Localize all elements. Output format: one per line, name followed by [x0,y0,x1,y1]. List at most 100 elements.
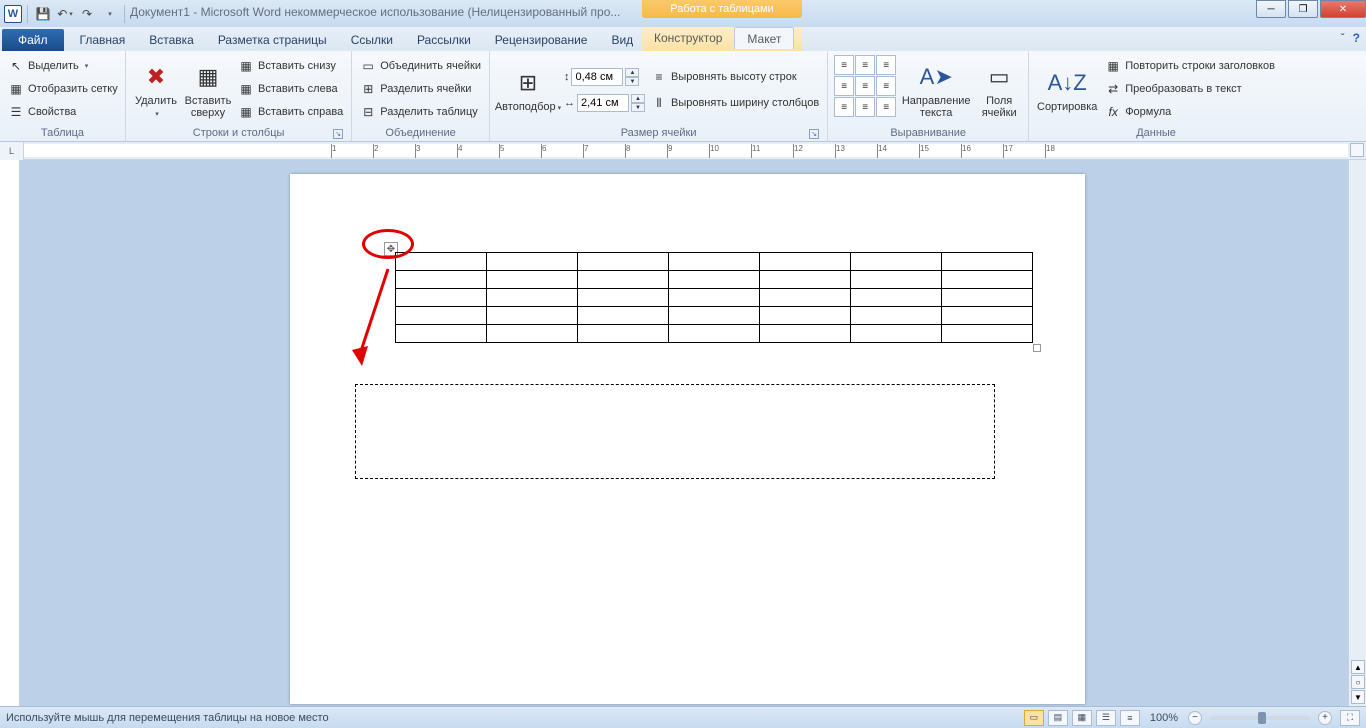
align-br-button[interactable]: ≡ [876,97,896,117]
undo-icon[interactable]: ↶▾ [55,4,75,24]
zoom-level[interactable]: 100% [1150,712,1178,724]
contextual-tab-group: Конструктор Макет [642,27,802,51]
merge-cells-button[interactable]: ▭Объединить ячейки [358,55,483,77]
minimize-button[interactable]: ─ [1256,0,1286,18]
qat-customize-icon[interactable]: ▾ [99,4,119,24]
drag-outline [355,384,995,479]
tab-insert[interactable]: Вставка [137,29,206,51]
align-bl-button[interactable]: ≡ [834,97,854,117]
properties-button[interactable]: ☰Свойства [6,101,120,123]
insert-left-button[interactable]: ▦Вставить слева [236,78,345,100]
file-tab[interactable]: Файл [2,29,64,51]
align-ml-button[interactable]: ≡ [834,76,854,96]
tab-page-layout[interactable]: Разметка страницы [206,29,339,51]
word-logo-icon[interactable]: W [4,5,22,23]
dialog-launcher-icon[interactable]: ↘ [333,129,343,139]
print-layout-view-icon[interactable]: ▭ [1024,710,1044,726]
group-label: Строки и столбцы↘ [132,125,345,141]
table-resize-handle[interactable] [1033,344,1041,352]
web-view-icon[interactable]: ▦ [1072,710,1092,726]
contextual-tab-title: Работа с таблицами [642,0,802,18]
vertical-scrollbar[interactable]: ▲ ○ ▼ [1348,160,1366,706]
ruler-toggle-icon[interactable] [1350,143,1364,157]
insert-above-button[interactable]: ▦Вставить сверху [184,55,232,125]
repeat-headers-button[interactable]: ▦Повторить строки заголовков [1103,55,1277,77]
outline-view-icon[interactable]: ☰ [1096,710,1116,726]
reading-view-icon[interactable]: ▤ [1048,710,1068,726]
sort-button[interactable]: A↓ZСортировка [1035,55,1099,125]
status-bar: Используйте мышь для перемещения таблицы… [0,706,1366,728]
help-icon[interactable]: ? [1353,31,1360,45]
delete-button[interactable]: ✖Удалить▾ [132,55,180,125]
redo-icon[interactable]: ↷ [77,4,97,24]
zoom-thumb[interactable] [1258,712,1266,724]
row-height-field[interactable]: ↕▲▼ [564,66,645,88]
align-mc-button[interactable]: ≡ [855,76,875,96]
align-tr-button[interactable]: ≡ [876,55,896,75]
tab-home[interactable]: Главная [68,29,138,51]
formula-icon: fx [1105,104,1121,120]
draft-view-icon[interactable]: ≡ [1120,710,1140,726]
tab-table-layout[interactable]: Макет [734,27,794,49]
horizontal-ruler[interactable]: 123456789101112131415161718 [24,144,1348,157]
spin-up-icon[interactable]: ▲ [625,68,639,77]
select-button[interactable]: ↖Выделить▾ [6,55,120,77]
page[interactable]: ✥ [290,174,1085,704]
close-button[interactable]: ✕ [1320,0,1366,18]
col-width-field[interactable]: ↔▲▼ [564,92,645,114]
vertical-ruler[interactable] [0,160,20,706]
zoom-slider[interactable] [1210,716,1310,720]
distribute-cols-button[interactable]: ⦀Выровнять ширину столбцов [649,92,821,114]
annotation-ellipse [362,229,414,259]
row-height-input[interactable] [571,68,623,86]
document-area: ▲ ○ ▼ ✥ [0,160,1366,706]
cell-margins-icon: ▭ [983,61,1015,93]
convert-icon: ⇄ [1105,81,1121,97]
formula-button[interactable]: fxФормула [1103,101,1277,123]
dialog-launcher-icon[interactable]: ↘ [809,129,819,139]
document-table[interactable] [395,252,1033,343]
view-gridlines-button[interactable]: ▦Отобразить сетку [6,78,120,100]
col-width-input[interactable] [577,94,629,112]
browse-object-icon[interactable]: ○ [1351,675,1365,689]
tab-selector[interactable]: L [0,142,24,160]
next-page-icon[interactable]: ▼ [1351,690,1365,704]
dist-rows-icon: ≡ [651,69,667,85]
restore-button[interactable]: ❐ [1288,0,1318,18]
zoom-out-button[interactable]: − [1188,711,1202,725]
autofit-button[interactable]: ⊞Автоподбор▾ [496,55,560,125]
align-mr-button[interactable]: ≡ [876,76,896,96]
spin-down-icon[interactable]: ▼ [631,103,645,112]
minimize-ribbon-icon[interactable]: ˇ [1341,31,1345,45]
spin-up-icon[interactable]: ▲ [631,94,645,103]
insert-below-icon: ▦ [238,58,254,74]
tab-view[interactable]: Вид [599,29,645,51]
tab-mailings[interactable]: Рассылки [405,29,483,51]
convert-text-button[interactable]: ⇄Преобразовать в текст [1103,78,1277,100]
tab-table-design[interactable]: Конструктор [642,27,734,49]
spin-down-icon[interactable]: ▼ [625,77,639,86]
save-icon[interactable]: 💾 [33,4,53,24]
fullscreen-icon[interactable]: ⛶ [1340,710,1360,726]
delete-table-icon: ✖ [140,61,172,93]
group-label: Объединение [358,125,483,141]
distribute-rows-button[interactable]: ≡Выровнять высоту строк [649,66,821,88]
align-bc-button[interactable]: ≡ [855,97,875,117]
sort-icon: A↓Z [1051,67,1083,99]
split-table-button[interactable]: ⊟Разделить таблицу [358,101,483,123]
group-table: ↖Выделить▾ ▦Отобразить сетку ☰Свойства Т… [0,51,126,141]
prev-page-icon[interactable]: ▲ [1351,660,1365,674]
insert-right-button[interactable]: ▦Вставить справа [236,101,345,123]
text-direction-button[interactable]: A➤Направление текста [900,55,972,125]
split-cells-button[interactable]: ⊞Разделить ячейки [358,78,483,100]
tab-references[interactable]: Ссылки [339,29,405,51]
properties-icon: ☰ [8,104,24,120]
align-tc-button[interactable]: ≡ [855,55,875,75]
insert-below-button[interactable]: ▦Вставить снизу [236,55,345,77]
ruler-row: L 123456789101112131415161718 [0,142,1366,160]
tab-review[interactable]: Рецензирование [483,29,600,51]
zoom-in-button[interactable]: + [1318,711,1332,725]
cell-margins-button[interactable]: ▭Поля ячейки [976,55,1022,125]
align-tl-button[interactable]: ≡ [834,55,854,75]
group-label: Данные [1035,125,1277,141]
